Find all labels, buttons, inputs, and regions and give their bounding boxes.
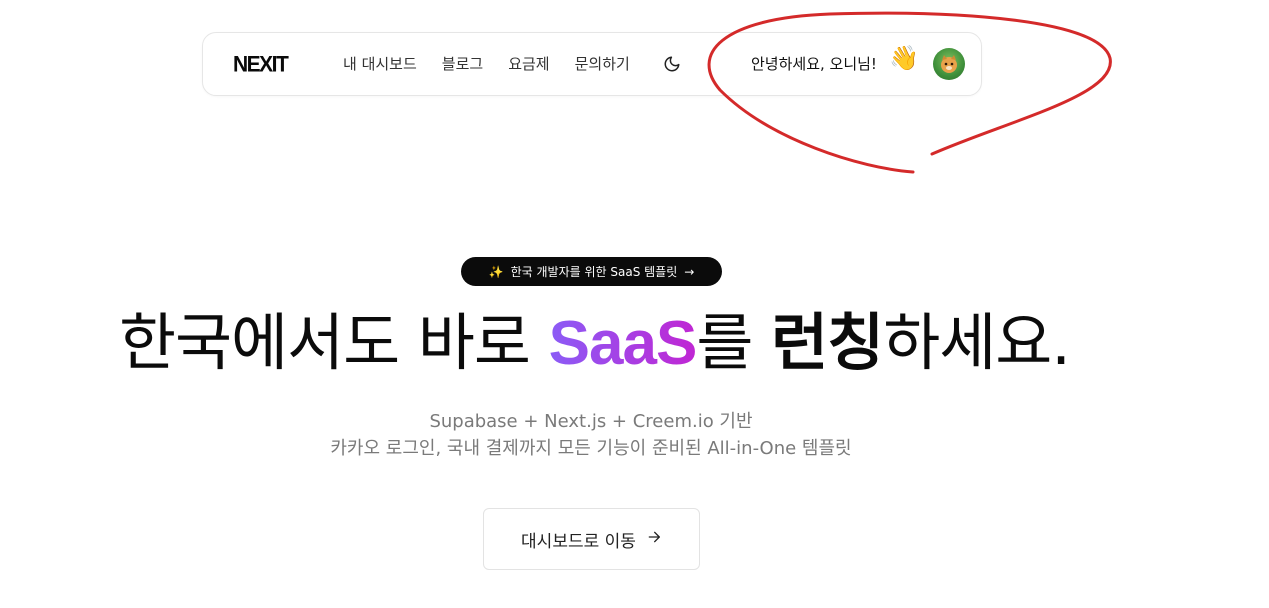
hero-badge[interactable]: ✨ 한국 개발자를 위한 SaaS 템플릿 → [461,257,722,286]
avatar[interactable] [933,48,965,80]
hero-subtitle-line-2: 카카오 로그인, 국내 결제까지 모든 기능이 준비된 All-in-One 템… [330,438,852,459]
headline-accent: SaaS [548,309,698,378]
arrow-right-icon [646,529,662,550]
headline-part-1: 한국에서도 바로 [118,306,549,379]
user-greeting: 안녕하세요, 오니님! [751,55,877,73]
arrow-right-icon: → [684,264,695,279]
nav-links: 내 대시보드 블로그 요금제 문의하기 [343,53,630,74]
headline-part-3: 하세요. [883,306,1071,379]
go-to-dashboard-button[interactable]: 대시보드로 이동 [483,508,700,570]
logo[interactable]: NEXIT [233,52,289,77]
moon-icon[interactable] [663,55,681,73]
nav-link-pricing[interactable]: 요금제 [508,53,549,74]
cta-label: 대시보드로 이동 [521,531,636,552]
nav-link-dashboard[interactable]: 내 대시보드 [343,53,417,74]
hero-headline: 한국에서도 바로 SaaS를 런칭하세요. [0,306,1189,381]
sparkles-icon: ✨ [488,264,504,279]
nav-link-blog[interactable]: 블로그 [442,53,483,74]
headline-bold: 런칭 [771,306,884,379]
nav-link-contact[interactable]: 문의하기 [575,53,630,74]
waving-hand-icon: 👋 [889,44,919,72]
hero-subtitle-line-1: Supabase + Next.js + Creem.io 기반 [429,411,753,432]
headline-part-2: 를 [696,306,772,379]
badge-label: 한국 개발자를 위한 SaaS 템플릿 [510,265,678,279]
top-navbar: NEXIT 내 대시보드 블로그 요금제 문의하기 안녕하세요, 오니님! 👋 [202,32,982,96]
